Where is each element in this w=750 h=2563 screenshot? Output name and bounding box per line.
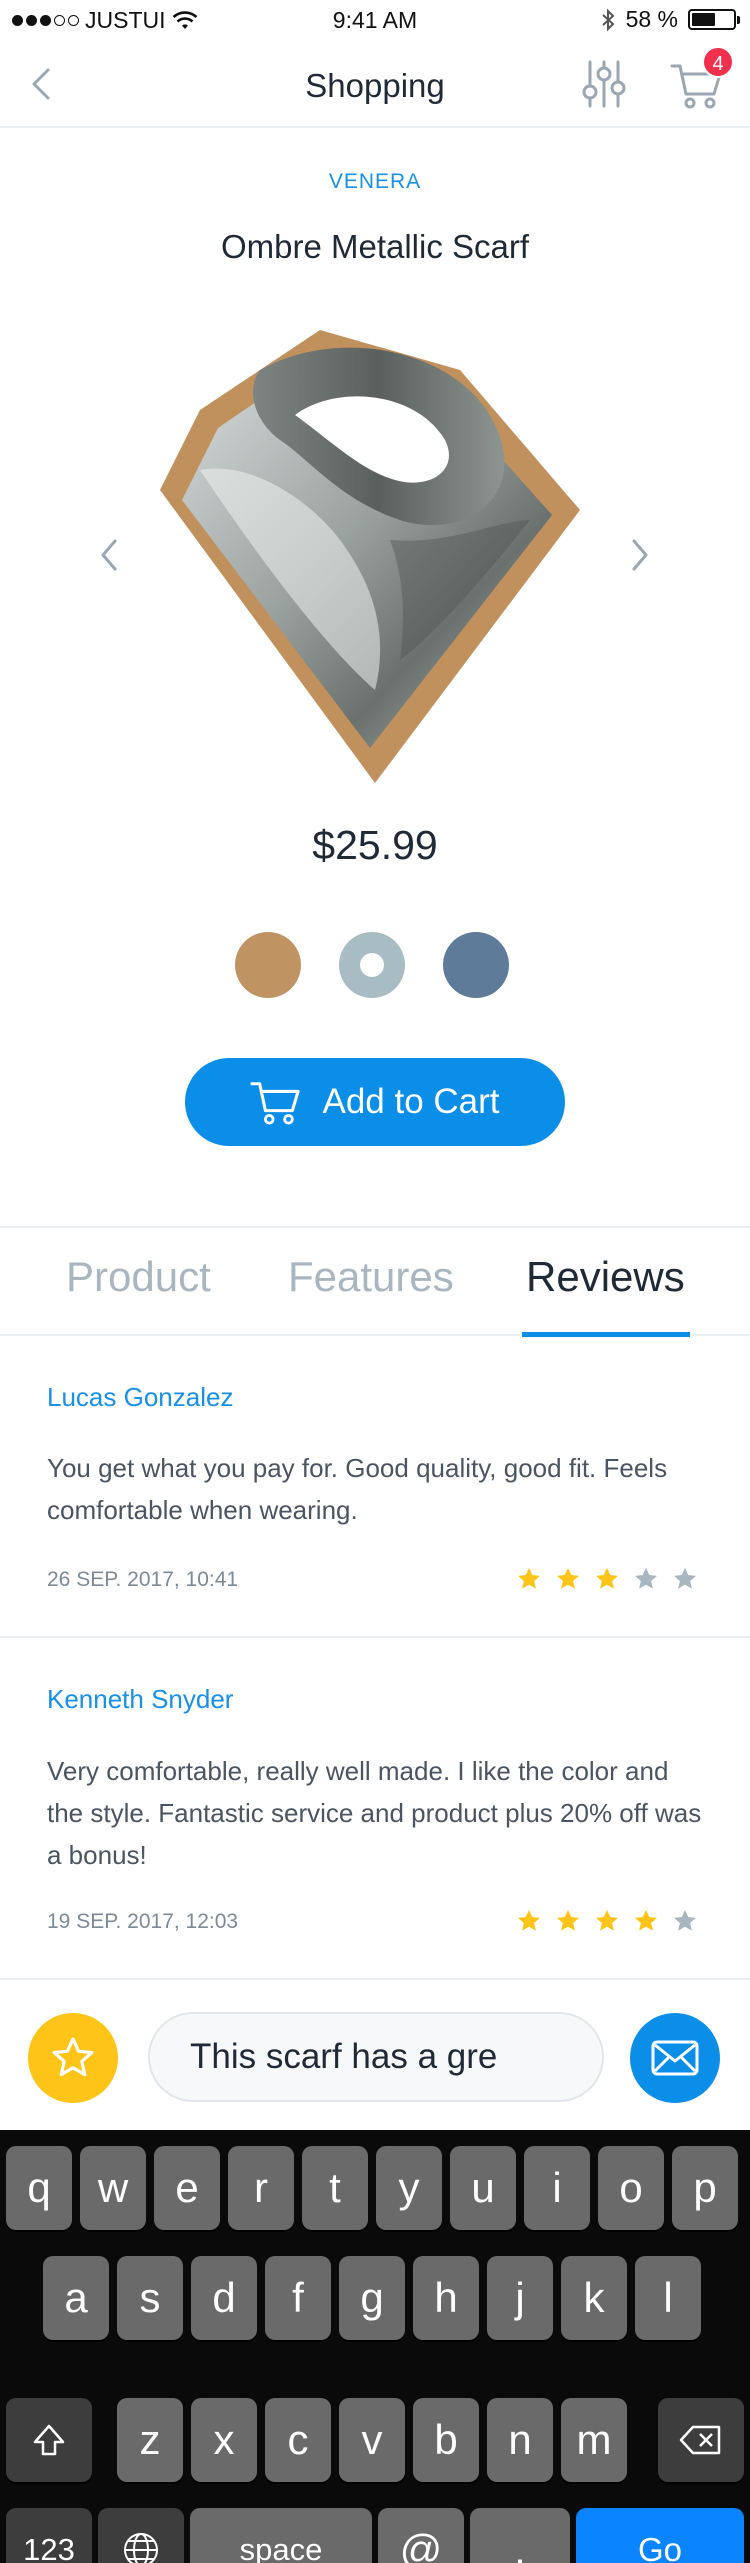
key-f[interactable]: f [265, 2256, 331, 2340]
bluetooth-icon [601, 8, 615, 31]
key-q[interactable]: q [6, 2146, 72, 2230]
key-d[interactable]: d [191, 2256, 257, 2340]
next-image-chevron-icon[interactable] [624, 535, 654, 575]
review-text: Very comfortable, really well made. I li… [47, 1756, 702, 1870]
status-right: 58 % [600, 6, 740, 33]
review-text: You get what you pay for. Good quality, … [47, 1453, 668, 1525]
navigation-bar: Shopping 4 [0, 40, 750, 128]
send-button[interactable] [630, 2013, 720, 2103]
globe-icon [124, 2533, 158, 2563]
key-e[interactable]: e [154, 2146, 220, 2230]
star-empty-icon [674, 1567, 696, 1589]
tab-product[interactable]: Product [66, 1253, 211, 1301]
reviewer-name[interactable]: Kenneth Snyder [47, 1684, 233, 1715]
star-filled-icon [518, 1567, 540, 1589]
numbers-key[interactable]: 123 [6, 2508, 92, 2563]
color-swatches [235, 932, 509, 998]
tab-features[interactable]: Features [288, 1253, 454, 1301]
globe-key[interactable] [98, 2508, 184, 2563]
shift-key[interactable] [6, 2398, 92, 2482]
backspace-icon [679, 2425, 721, 2455]
key-c[interactable]: c [265, 2398, 331, 2482]
star-filled-icon [557, 1567, 579, 1589]
key-x[interactable]: x [191, 2398, 257, 2482]
page-title: Shopping [305, 67, 445, 104]
period-key[interactable]: . [470, 2508, 570, 2563]
key-p[interactable]: p [672, 2146, 738, 2230]
review-date: 19 SEP. 2017, 12:03 [47, 1910, 239, 1933]
delete-key[interactable] [658, 2398, 744, 2482]
color-swatch-slate-blue[interactable] [443, 932, 509, 998]
filter-sliders-icon[interactable] [578, 58, 630, 110]
key-b[interactable]: b [413, 2398, 479, 2482]
key-y[interactable]: y [376, 2146, 442, 2230]
star-outline-icon [52, 2037, 94, 2077]
product-image [160, 330, 580, 783]
key-l[interactable]: l [635, 2256, 701, 2340]
envelope-icon [651, 2040, 699, 2076]
key-n[interactable]: n [487, 2398, 553, 2482]
star-filled-icon [596, 1567, 618, 1589]
key-i[interactable]: i [524, 2146, 590, 2230]
key-o[interactable]: o [598, 2146, 664, 2230]
key-w[interactable]: w [80, 2146, 146, 2230]
review-item: Kenneth Snyder Very comfortable, really … [0, 1638, 750, 1980]
key-g[interactable]: g [339, 2256, 405, 2340]
product-name: Ombre Metallic Scarf [220, 228, 530, 265]
shift-arrow-icon [33, 2424, 65, 2456]
star-filled-icon [518, 1909, 540, 1931]
color-swatch-light-blue[interactable] [339, 932, 405, 998]
battery-icon [688, 9, 740, 30]
battery-percent: 58 % [625, 6, 678, 32]
star-filled-icon [596, 1909, 618, 1931]
go-key[interactable]: Go [576, 2508, 744, 2563]
star-rating [515, 1565, 699, 1593]
key-r[interactable]: r [228, 2146, 294, 2230]
key-v[interactable]: v [339, 2398, 405, 2482]
status-bar: JUSTUI 9:41 AM 58 % [0, 0, 750, 40]
product-tabs: Product Features Reviews [0, 1226, 750, 1337]
key-z[interactable]: z [117, 2398, 183, 2482]
product-price: $25.99 [312, 822, 438, 868]
key-t[interactable]: t [302, 2146, 368, 2230]
review-item: Lucas Gonzalez You get what you pay for.… [0, 1336, 750, 1638]
key-k[interactable]: k [561, 2256, 627, 2340]
review-compose-bar [0, 1980, 750, 2130]
star-rating [515, 1907, 699, 1935]
tab-reviews[interactable]: Reviews [526, 1253, 685, 1301]
key-s[interactable]: s [117, 2256, 183, 2340]
key-h[interactable]: h [413, 2256, 479, 2340]
previous-image-chevron-icon[interactable] [95, 535, 125, 575]
key-m[interactable]: m [561, 2398, 627, 2482]
star-filled-icon [557, 1909, 579, 1931]
key-a[interactable]: a [43, 2256, 109, 2340]
reviewer-name[interactable]: Lucas Gonzalez [47, 1382, 233, 1413]
rate-button[interactable] [28, 2013, 118, 2103]
color-swatch-tan[interactable] [235, 932, 301, 998]
add-to-cart-button[interactable]: Add to Cart [185, 1058, 565, 1146]
review-message-input[interactable] [148, 2012, 604, 2102]
cart-icon [250, 1082, 301, 1125]
star-empty-icon [674, 1909, 696, 1931]
star-filled-icon [635, 1909, 657, 1931]
key-j[interactable]: j [487, 2256, 553, 2340]
product-brand[interactable]: VENERA [0, 170, 750, 194]
at-key[interactable]: @ [378, 2508, 464, 2563]
star-empty-icon [635, 1567, 657, 1589]
key-u[interactable]: u [450, 2146, 516, 2230]
space-key[interactable]: space [190, 2508, 372, 2563]
add-to-cart-label: Add to Cart [322, 1082, 500, 1121]
review-date: 26 SEP. 2017, 10:41 [47, 1568, 239, 1591]
on-screen-keyboard: 123 space @ . Go qwertyuiop asdfghjkl zxcv… [0, 2130, 750, 2563]
cart-count-badge: 4 [702, 46, 734, 78]
